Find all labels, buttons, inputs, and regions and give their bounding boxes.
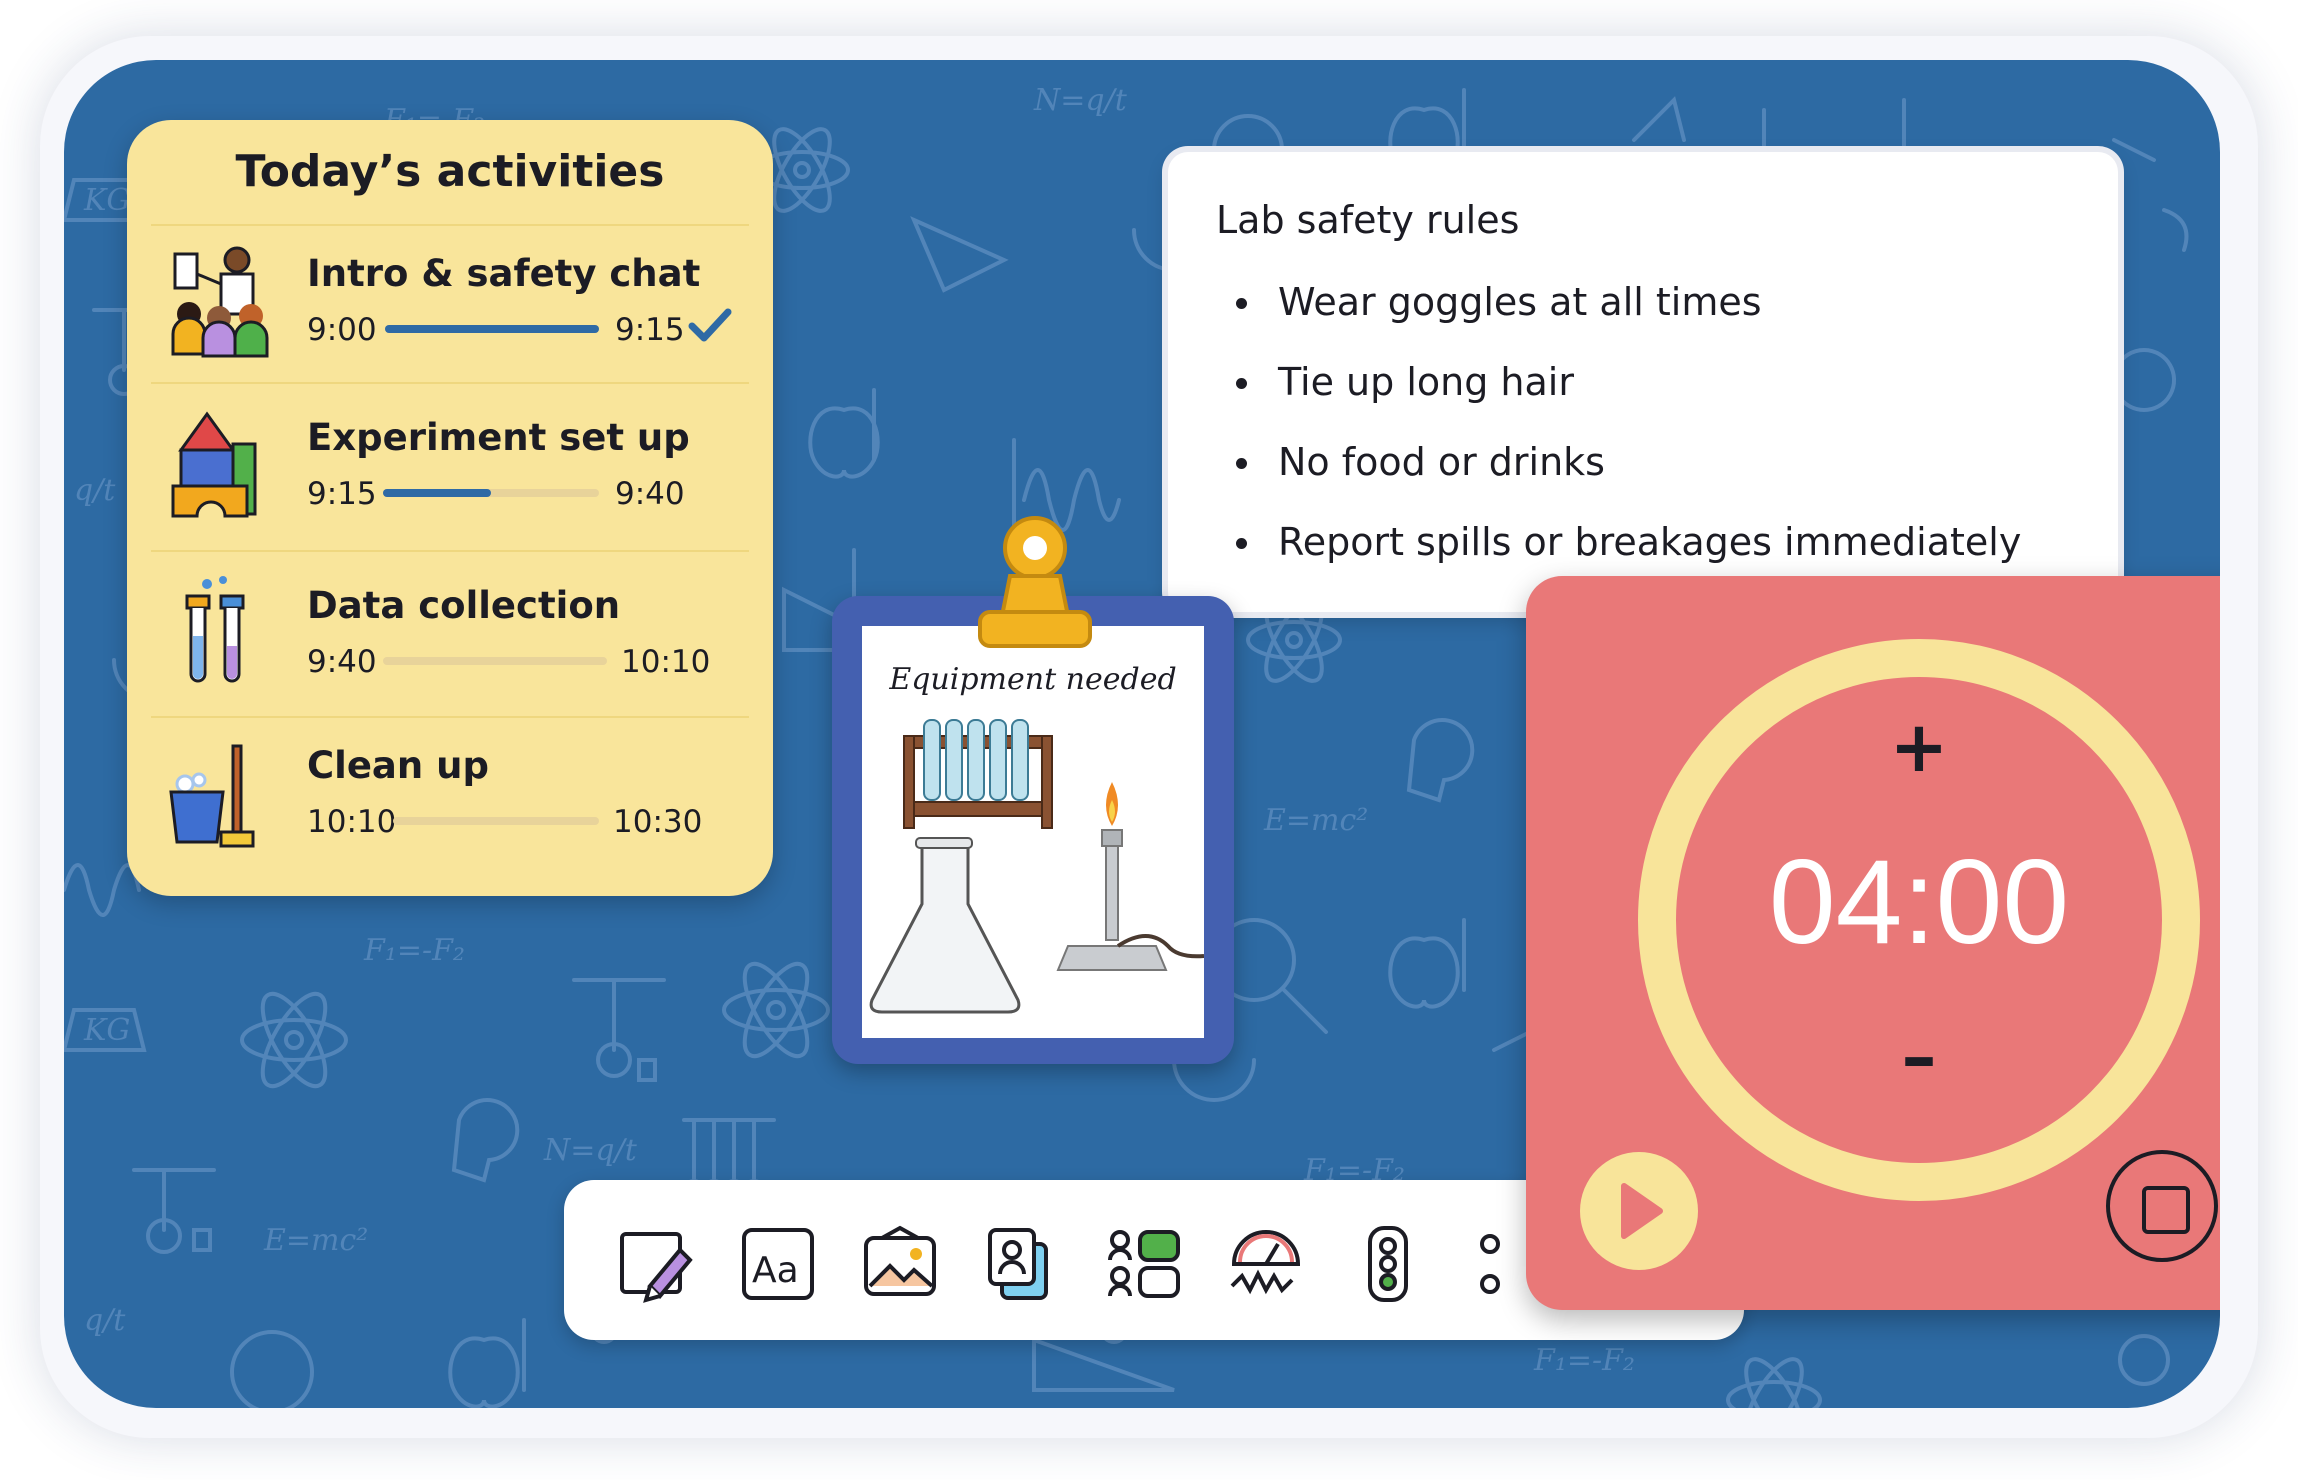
svg-text:q/t: q/t (84, 1303, 126, 1338)
svg-text:N=q/t: N=q/t (1033, 83, 1128, 118)
lab-safety-rules-card[interactable]: Lab safety rules Wear goggles at all tim… (1168, 152, 2118, 612)
mop-bucket-icon (169, 744, 255, 848)
group-maker-icon[interactable] (1104, 1224, 1184, 1304)
activity-start-time: 9:00 (307, 312, 377, 348)
image-icon[interactable] (860, 1224, 940, 1304)
bunsen-burner-icon (1056, 782, 1204, 971)
name-picker-icon[interactable] (982, 1224, 1062, 1304)
svg-text:F₁=-F₂: F₁=-F₂ (363, 933, 465, 968)
test-tube-rack-icon (903, 719, 1053, 829)
activity-item[interactable]: Experiment set up 9:15 9:40 (127, 396, 773, 546)
rule-item: Tie up long hair (1236, 352, 2021, 432)
timer-stop-button[interactable] (2106, 1150, 2218, 1262)
timer-play-button[interactable] (1580, 1152, 1698, 1270)
whiteboard-background: F₁=-F₂ F₁=-F₂ E=mc² E=mc² N=q/t N=q/t q/… (64, 60, 2220, 1408)
equipment-clipboard[interactable]: Equipment needed (832, 516, 1234, 1064)
activity-start-time: 10:10 (307, 804, 397, 840)
activity-progress-fill (383, 489, 491, 497)
teacher-presenting-icon (171, 246, 269, 358)
timer-display: 04:00 (1768, 835, 2070, 969)
activity-progress-track (385, 325, 599, 333)
svg-text:KG: KG (83, 1013, 130, 1048)
clipboard-clip-icon (978, 516, 1092, 648)
svg-text:F₁=-F₂: F₁=-F₂ (1533, 1343, 1635, 1378)
svg-text:E=mc²: E=mc² (263, 1223, 368, 1258)
rule-text: Tie up long hair (1278, 360, 1574, 404)
divider (151, 382, 749, 384)
traffic-light-icon[interactable] (1348, 1224, 1428, 1304)
bullet (1236, 458, 1247, 469)
lab-equipment-illustration (869, 719, 1204, 1014)
activity-start-time: 9:40 (307, 644, 377, 680)
rule-text: No food or drinks (1278, 440, 1605, 484)
timer-decrease-button[interactable]: – (1872, 1010, 1966, 1104)
divider (151, 550, 749, 552)
text-icon[interactable]: Aa (738, 1224, 818, 1304)
activity-end-time: 10:10 (621, 644, 711, 680)
conical-flask-icon (869, 837, 1021, 1014)
rule-text: Wear goggles at all times (1278, 280, 1762, 324)
divider (151, 716, 749, 718)
activity-title: Data collection (307, 584, 621, 627)
svg-text:KG: KG (83, 183, 130, 218)
activity-progress-fill (385, 325, 599, 333)
stop-icon (2142, 1186, 2190, 1234)
svg-text:Aa: Aa (752, 1250, 799, 1291)
activity-end-time: 9:40 (615, 476, 685, 512)
activity-end-time: 10:30 (613, 804, 703, 840)
activity-progress-track (383, 489, 599, 497)
svg-text:N=q/t: N=q/t (543, 1133, 638, 1168)
activity-title: Intro & safety chat (307, 252, 701, 295)
rules-list: Wear goggles at all times Tie up long ha… (1236, 272, 2021, 592)
activities-panel: Today’s activities Intro & safety chat 9… (127, 120, 773, 896)
activity-title: Experiment set up (307, 416, 690, 459)
divider (151, 224, 749, 226)
activities-title: Today’s activities (235, 146, 665, 197)
draw-icon[interactable] (616, 1224, 696, 1304)
clipboard-paper: Equipment needed (862, 626, 1204, 1038)
timer-increase-button[interactable]: + (1872, 700, 1966, 794)
svg-text:q/t: q/t (74, 473, 116, 508)
bullet (1236, 538, 1247, 549)
timer-widget[interactable]: + 04:00 – (1526, 576, 2220, 1310)
building-blocks-icon (171, 411, 257, 518)
activity-title: Clean up (307, 744, 489, 787)
svg-text:E=mc²: E=mc² (1263, 803, 1368, 838)
activity-progress-track (393, 817, 599, 825)
play-icon (1621, 1183, 1663, 1239)
activity-start-time: 9:15 (307, 476, 377, 512)
clipboard-title: Equipment needed (889, 662, 1177, 697)
rule-text: Report spills or breakages immediately (1278, 520, 2022, 564)
bullet (1236, 298, 1247, 309)
rule-item: No food or drinks (1236, 432, 2021, 512)
sound-level-icon[interactable] (1226, 1224, 1306, 1304)
activity-end-time: 9:15 (615, 312, 685, 348)
test-tubes-icon (185, 576, 245, 683)
bullet (1236, 378, 1247, 389)
rule-item: Wear goggles at all times (1236, 272, 2021, 352)
checkmark-icon (688, 308, 732, 342)
activity-item[interactable]: Data collection 9:40 10:10 (127, 564, 773, 714)
rules-title: Lab safety rules (1216, 198, 1520, 242)
activity-progress-track (383, 657, 607, 665)
activity-item[interactable]: Clean up 10:10 10:30 (127, 724, 773, 874)
activity-item[interactable]: Intro & safety chat 9:00 9:15 (127, 232, 773, 382)
